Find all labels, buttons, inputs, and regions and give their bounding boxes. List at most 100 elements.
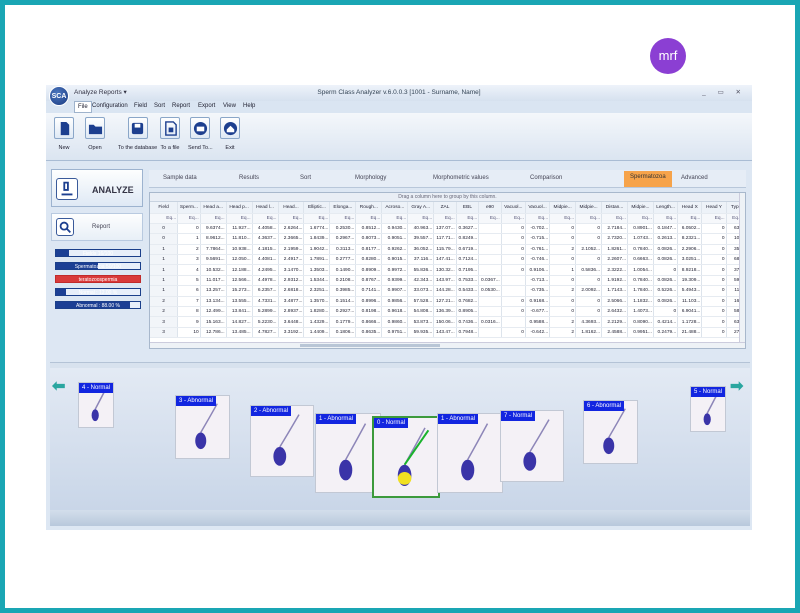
column-filter[interactable]: Eq... (501, 213, 526, 224)
column-filter[interactable]: Eq... (226, 213, 253, 224)
sperm-thumbnail[interactable]: 0 - Normal (372, 416, 440, 498)
column-header[interactable]: Elliptic... (303, 202, 331, 214)
sperm-thumbnail[interactable]: 5 - Normal (690, 386, 726, 432)
column-filter[interactable]: Eq... (627, 213, 654, 224)
column-filter[interactable]: Eq... (456, 213, 480, 224)
menu-view[interactable]: View (223, 103, 236, 109)
send-to-button[interactable]: Send To... (188, 117, 213, 151)
table-row[interactable]: 1 5 11.017... 12.566... 4.4978... 2.9312... 1.… (150, 275, 745, 287)
tab-comparison[interactable]: Comparison (530, 175, 562, 181)
table-row[interactable]: 1 4 10.532... 12.188... 4.2495... 3.1470... 1.… (150, 264, 745, 276)
sperm-thumbnail[interactable]: 7 - Normal (500, 410, 564, 482)
column-header[interactable]: Sperm... (177, 202, 201, 214)
table-row[interactable]: 3 9 15.163... 14.827... 5.2230... 3.6448... 1.… (150, 316, 745, 328)
column-filter[interactable]: Eq... (200, 213, 227, 224)
save-database-button[interactable]: To the database (118, 117, 157, 151)
column-header[interactable]: Vacuol... (501, 202, 526, 214)
tab-sample-data[interactable]: Sample data (163, 175, 197, 181)
column-filter[interactable]: Eq... (653, 213, 679, 224)
column-filter[interactable]: Eq... (433, 213, 457, 224)
menu-configuration[interactable]: Configuration (92, 103, 128, 109)
spermatozoa-grid[interactable]: Drag a column here to group by this colu… (149, 192, 746, 349)
table-row[interactable]: 2 7 13.134... 13.555... 4.7331... 3.4877... 1.… (150, 296, 745, 308)
column-filter[interactable]: Eq... (355, 213, 383, 224)
column-filter[interactable]: Eq... (407, 213, 435, 224)
tab-morphology[interactable]: Morphology (355, 175, 386, 181)
column-filter[interactable]: Eq... (329, 213, 357, 224)
column-header[interactable]: Midpie... (549, 202, 577, 214)
column-header[interactable]: ZAL (433, 202, 457, 214)
table-row[interactable]: 1 2 7.7864... 10.938... 4.1815... 2.1959... 1.… (150, 244, 745, 256)
table-row[interactable]: 1 6 13.257... 15.273... 6.2357... 2.6818... 2.… (150, 285, 745, 297)
column-header[interactable]: Head a... (200, 202, 227, 214)
sperm-thumbnail[interactable]: 4 - Normal (78, 382, 114, 428)
tab-advanced[interactable]: Advanced (681, 175, 708, 181)
menu-help[interactable]: Help (243, 103, 255, 109)
data-table[interactable]: Field Sperm... Head a... Head p... Head l...… (150, 202, 745, 339)
horizontal-scrollbar[interactable] (150, 342, 745, 348)
column-header[interactable]: Midpie... (627, 202, 654, 214)
new-button[interactable]: New (54, 117, 74, 151)
sperm-thumbnail[interactable]: 1 - Abnormal (437, 413, 503, 493)
column-filter[interactable]: Eq... (177, 213, 201, 224)
column-header[interactable]: Head... (278, 202, 305, 214)
table-row[interactable]: 2 8 12.499... 13.841... 5.2899... 2.8937... 1.… (150, 306, 745, 318)
sperm-thumbnail[interactable]: 6 - Abnormal (583, 400, 638, 464)
sperm-thumbnail[interactable]: 2 - Abnormal (250, 405, 314, 477)
tab-spermatozoa[interactable]: Spermatozoa (624, 171, 672, 187)
next-arrow-icon[interactable]: ➡ (730, 376, 743, 396)
column-header[interactable]: Elonga... (329, 202, 357, 214)
column-header[interactable]: Head X (677, 202, 703, 214)
table-row[interactable]: 3 10 12.786... 13.485... 4.7827... 3.3192... 1… (150, 327, 745, 339)
column-header[interactable]: e90 (478, 202, 502, 214)
vertical-scrollbar[interactable] (739, 193, 745, 348)
table-row[interactable]: 1 3 9.5691... 12.050... 4.4081... 2.4917... 1.… (150, 254, 745, 266)
column-filter[interactable]: Eq... (252, 213, 279, 224)
column-filter[interactable]: Eq... (150, 213, 179, 224)
column-header[interactable]: Midpie... (575, 202, 603, 214)
column-filter[interactable]: Eq... (381, 213, 409, 224)
save-file-button[interactable]: To a file (160, 117, 180, 151)
menu-file[interactable]: File (74, 101, 92, 113)
tab-morphometric-values[interactable]: Morphometric values (433, 175, 489, 181)
column-filter[interactable]: Eq... (701, 213, 727, 224)
report-button[interactable]: Report (51, 213, 143, 241)
app-logo[interactable]: SCA (49, 86, 69, 106)
menu-report[interactable]: Report (172, 103, 190, 109)
window-controls[interactable]: _ ▭ ✕ (702, 88, 746, 96)
column-filter[interactable]: Eq... (303, 213, 331, 224)
tab-results[interactable]: Results (239, 175, 259, 181)
column-filter[interactable]: Eq... (677, 213, 703, 224)
column-header[interactable]: Field (150, 202, 179, 214)
column-header[interactable]: EBL (456, 202, 480, 214)
column-filter[interactable]: Eq... (549, 213, 577, 224)
table-cell: 1.5344... (303, 275, 331, 287)
column-header[interactable]: Length... (653, 202, 679, 214)
column-filter[interactable]: Eq... (478, 213, 502, 224)
column-filter[interactable]: Eq... (525, 213, 551, 224)
column-header[interactable]: Head l... (252, 202, 279, 214)
column-filter[interactable]: Eq... (278, 213, 305, 224)
column-header[interactable]: Head p... (226, 202, 253, 214)
table-cell: 144.28... (433, 285, 457, 297)
column-header[interactable]: Rough... (355, 202, 383, 214)
table-row[interactable]: 0 1 8.9612... 11.810... 4.3637... 2.3665... 1.… (150, 233, 745, 245)
menu-sort[interactable]: Sort (154, 103, 165, 109)
table-cell: 1.0054... (627, 264, 654, 276)
exit-button[interactable]: Exit (220, 117, 240, 151)
column-filter[interactable]: Eq... (575, 213, 603, 224)
column-header[interactable]: Vacuol... (525, 202, 551, 214)
column-filter[interactable]: Eq... (601, 213, 628, 224)
menu-field[interactable]: Field (134, 103, 147, 109)
table-row[interactable]: 0 0 9.6374... 11.927... 4.4058... 2.6264... 1.… (150, 223, 745, 235)
column-header[interactable]: Distan... (601, 202, 628, 214)
prev-arrow-icon[interactable]: ⬅ (52, 376, 65, 396)
open-button[interactable]: Open (85, 117, 105, 151)
analyze-button[interactable]: ANALYZE (51, 169, 143, 207)
column-header[interactable]: Acroso... (381, 202, 409, 214)
column-header[interactable]: Gray A... (407, 202, 435, 214)
tab-sort[interactable]: Sort (300, 175, 311, 181)
sperm-thumbnail[interactable]: 3 - Abnormal (175, 395, 230, 459)
column-header[interactable]: Head Y (701, 202, 727, 214)
menu-export[interactable]: Export (198, 103, 215, 109)
